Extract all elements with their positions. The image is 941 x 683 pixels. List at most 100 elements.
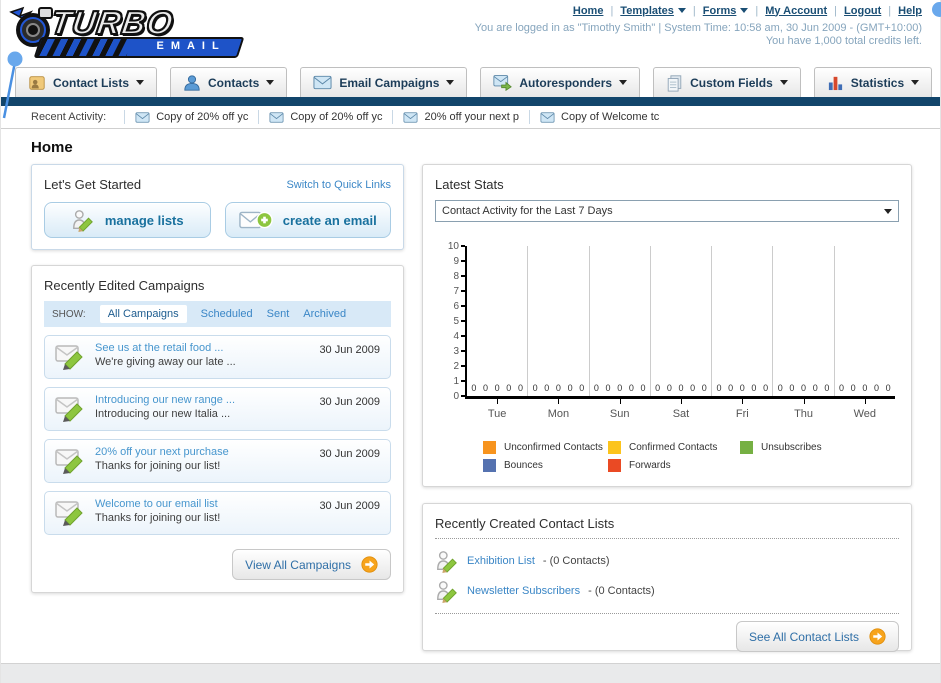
tab-all-campaigns[interactable]: All Campaigns	[99, 305, 187, 323]
top-link-help[interactable]: Help	[898, 5, 922, 17]
data-value-label: 0	[471, 383, 477, 393]
data-value-label: 0	[640, 383, 646, 393]
create-email-button[interactable]: create an email	[224, 202, 391, 238]
campaign-date: 30 Jun 2009	[319, 500, 380, 512]
x-axis-label: Sat	[672, 408, 690, 420]
tab-statistics[interactable]: Statistics	[813, 67, 933, 97]
top-link-forms[interactable]: Forms	[703, 4, 749, 17]
callout-marker-left	[1, 50, 27, 122]
chart-plot-area: 0 0 0 0 0 Tue 0 0 0 0 0 Mon 0 0 0 0 0 Sun 0 0 0 0 0 Sat 0 0 0 0 0 Fri…	[465, 246, 895, 420]
chevron-down-icon	[266, 80, 275, 89]
legend-swatch	[608, 459, 621, 472]
tab-archived[interactable]: Archived	[303, 308, 346, 320]
chart-day-group: 0 0 0 0 0 Wed	[833, 246, 895, 420]
campaign-title-link[interactable]: Welcome to our email list	[95, 498, 220, 510]
envelope-arrow-icon	[493, 75, 513, 91]
switch-quick-links[interactable]: Switch to Quick Links	[286, 179, 391, 191]
campaign-row[interactable]: See us at the retail food ... We're givi…	[44, 335, 391, 379]
main-nav-tabs: Contact Lists Contacts Email Campaigns A…	[15, 67, 933, 97]
contact-list-count: - (0 Contacts)	[542, 555, 610, 567]
data-value-label: 0	[751, 383, 757, 393]
tab-custom-fields[interactable]: Custom Fields	[653, 67, 801, 97]
tab-autoresponders[interactable]: Autoresponders	[480, 67, 641, 97]
top-link-my-account[interactable]: My Account	[765, 5, 827, 17]
data-value-label: 0	[517, 383, 523, 393]
data-value-label: 0	[716, 383, 722, 393]
manage-lists-button[interactable]: manage lists	[44, 202, 211, 238]
contact-list-name-link[interactable]: Newsletter Subscribers	[467, 585, 580, 597]
y-axis-label: 2	[453, 360, 459, 372]
data-value-label: 0	[777, 383, 783, 393]
campaigns-filter-bar: SHOW: All Campaigns Scheduled Sent Archi…	[44, 301, 391, 327]
contact-list-item[interactable]: Exhibition List - (0 Contacts)	[435, 549, 899, 573]
see-all-contact-lists-button[interactable]: See All Contact Lists	[735, 621, 899, 652]
person-pencil-icon	[72, 210, 93, 232]
x-axis-label: Sun	[609, 408, 630, 420]
y-axis-label: 5	[453, 315, 459, 327]
campaign-title-link[interactable]: Introducing our new range ...	[95, 394, 235, 406]
top-link-home[interactable]: Home	[573, 5, 604, 17]
documents-icon	[667, 74, 682, 92]
legend-swatch	[483, 459, 496, 472]
person-pencil-icon	[437, 581, 457, 603]
contact-list-item[interactable]: Newsletter Subscribers - (0 Contacts)	[435, 579, 899, 603]
tab-sent[interactable]: Sent	[267, 308, 290, 320]
campaign-title-link[interactable]: 20% off your next purchase	[95, 446, 229, 458]
tab-contacts[interactable]: Contacts	[170, 67, 288, 97]
campaign-row[interactable]: Introducing our new range ... Introducin…	[44, 387, 391, 431]
chevron-down-icon	[779, 80, 788, 89]
top-link-logout[interactable]: Logout	[844, 5, 881, 17]
chart-y-axis: 10 9 8 7 6 5 4 3 2 1 0	[441, 241, 465, 402]
campaign-date: 30 Jun 2009	[319, 344, 380, 356]
data-value-label: 0	[506, 383, 512, 393]
data-value-label: 0	[862, 383, 868, 393]
turbo-email-app: TURBO EMAIL Home Templates Forms My Acco…	[0, 0, 941, 683]
legend-swatch	[483, 441, 496, 454]
turbo-email-logo[interactable]: TURBO EMAIL	[7, 3, 257, 60]
envelope-icon	[269, 111, 284, 123]
y-axis-label: 6	[453, 300, 459, 312]
y-axis-label: 9	[453, 255, 459, 267]
legend-item: Unconfirmed Contacts	[483, 441, 608, 454]
page-title: Home	[31, 139, 73, 156]
envelope-pencil-icon	[55, 501, 83, 526]
data-value-label: 0	[885, 383, 891, 393]
bar-chart-icon	[828, 76, 842, 91]
recent-activity-item[interactable]: Copy of Welcome tc	[529, 110, 669, 124]
data-value-label: 0	[555, 383, 561, 393]
contact-list-name-link[interactable]: Exhibition List	[467, 555, 535, 567]
data-value-label: 0	[666, 383, 672, 393]
legend-swatch	[740, 441, 753, 454]
campaign-row[interactable]: 20% off your next purchase Thanks for jo…	[44, 439, 391, 483]
get-started-title: Let's Get Started	[44, 177, 142, 192]
campaign-title-link[interactable]: See us at the retail food ...	[95, 342, 236, 354]
y-axis-label: 8	[453, 270, 459, 282]
recent-activity-item[interactable]: Copy of 20% off yc	[124, 110, 258, 124]
y-axis-label: 0	[453, 390, 459, 402]
x-axis-label: Thu	[794, 408, 814, 420]
tab-contact-lists[interactable]: Contact Lists	[15, 67, 158, 97]
x-axis-label: Wed	[853, 408, 877, 420]
tab-scheduled[interactable]: Scheduled	[201, 308, 253, 320]
recently-edited-campaigns-panel: Recently Edited Campaigns SHOW: All Camp…	[31, 265, 404, 593]
top-link-templates[interactable]: Templates	[620, 4, 686, 17]
tab-email-campaigns[interactable]: Email Campaigns	[300, 67, 468, 97]
dotted-divider	[435, 538, 899, 539]
campaign-subtitle: Introducing our new Italia ...	[95, 408, 231, 420]
data-value-label: 0	[494, 383, 500, 393]
view-all-campaigns-button[interactable]: View All Campaigns	[232, 549, 391, 580]
x-axis-label: Mon	[547, 408, 570, 420]
chevron-down-icon	[677, 8, 686, 17]
legend-item: Forwards	[608, 459, 740, 472]
legend-swatch	[608, 441, 621, 454]
data-value-label: 0	[678, 383, 684, 393]
campaign-date: 30 Jun 2009	[319, 448, 380, 460]
campaign-row[interactable]: Welcome to our email list Thanks for joi…	[44, 491, 391, 535]
campaigns-title: Recently Edited Campaigns	[44, 278, 205, 293]
stats-filter-select[interactable]: Contact Activity for the Last 7 Days	[435, 200, 899, 222]
logo-email-bar: EMAIL	[33, 37, 245, 58]
latest-stats-panel: Latest Stats Contact Activity for the La…	[422, 164, 912, 487]
x-axis-label: Fri	[735, 408, 749, 420]
recent-activity-item[interactable]: Copy of 20% off yc	[258, 110, 392, 124]
recent-activity-item[interactable]: 20% off your next p	[392, 110, 529, 124]
